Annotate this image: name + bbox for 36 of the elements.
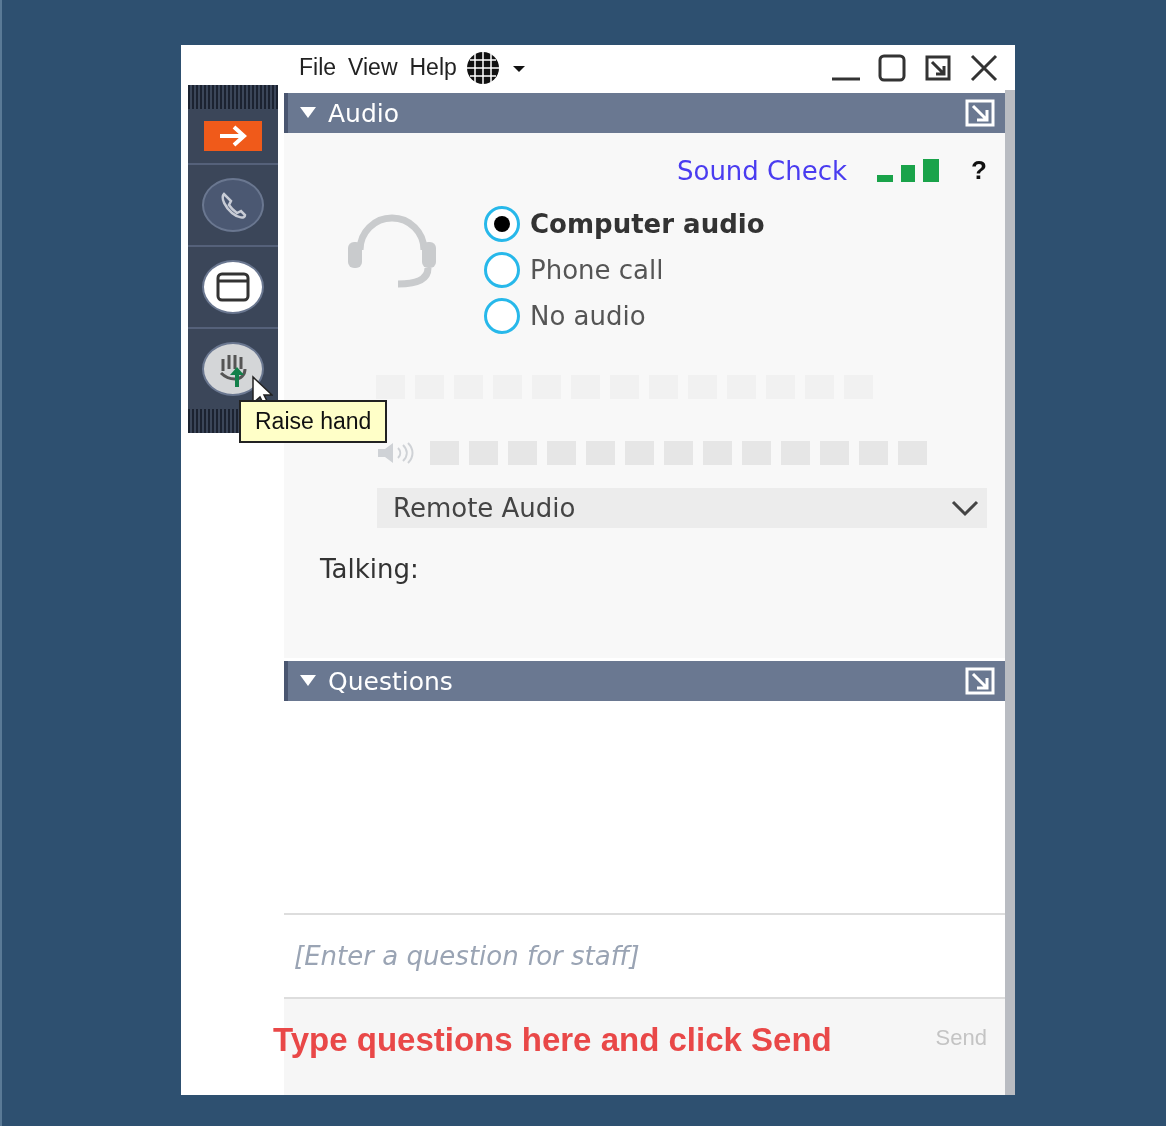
menu-item[interactable]: Help [405,54,461,81]
panel-header[interactable]: Questions [284,661,1005,701]
radio-button[interactable] [484,206,520,242]
menu-item[interactable]: View [344,54,402,81]
talking-label: Talking: [320,554,419,584]
radio-label[interactable]: No audio [530,301,646,331]
panel-title: Audio [328,98,400,128]
raise-hand-button[interactable] [202,342,264,396]
phone-icon [218,190,248,220]
menu-item[interactable]: File [295,54,341,81]
collapse-arrow-icon[interactable] [300,107,316,119]
restore-icon [924,53,952,82]
annotation-text: Type questions here and click Send [273,1021,832,1059]
collapse-button[interactable] [204,121,262,151]
window-icon [215,271,251,303]
popout-icon[interactable] [965,667,995,695]
arrow-right-icon [218,125,248,147]
signal-bars-icon [877,158,942,183]
globe-icon[interactable] [464,49,527,86]
radio-label[interactable]: Computer audio [530,209,765,239]
audio-device-dropdown[interactable]: Remote Audio [377,488,987,528]
close-icon [970,53,998,82]
radio-button[interactable] [484,298,520,334]
radio-button[interactable] [484,252,520,288]
sound-check-link[interactable]: Sound Check [677,155,848,186]
collapse-arrow-icon[interactable] [300,675,316,687]
chevron-down-icon [951,499,979,517]
panel-header[interactable]: Audio [284,93,1005,133]
minimize-icon [832,76,860,81]
popout-icon[interactable] [965,99,995,127]
panel-title: Questions [328,666,453,696]
help-icon[interactable]: ? [971,155,987,186]
drag-handle[interactable] [188,85,278,109]
tooltip: Raise hand [239,400,388,443]
radio-label[interactable]: Phone call [530,255,664,285]
maximize-icon [878,53,906,82]
